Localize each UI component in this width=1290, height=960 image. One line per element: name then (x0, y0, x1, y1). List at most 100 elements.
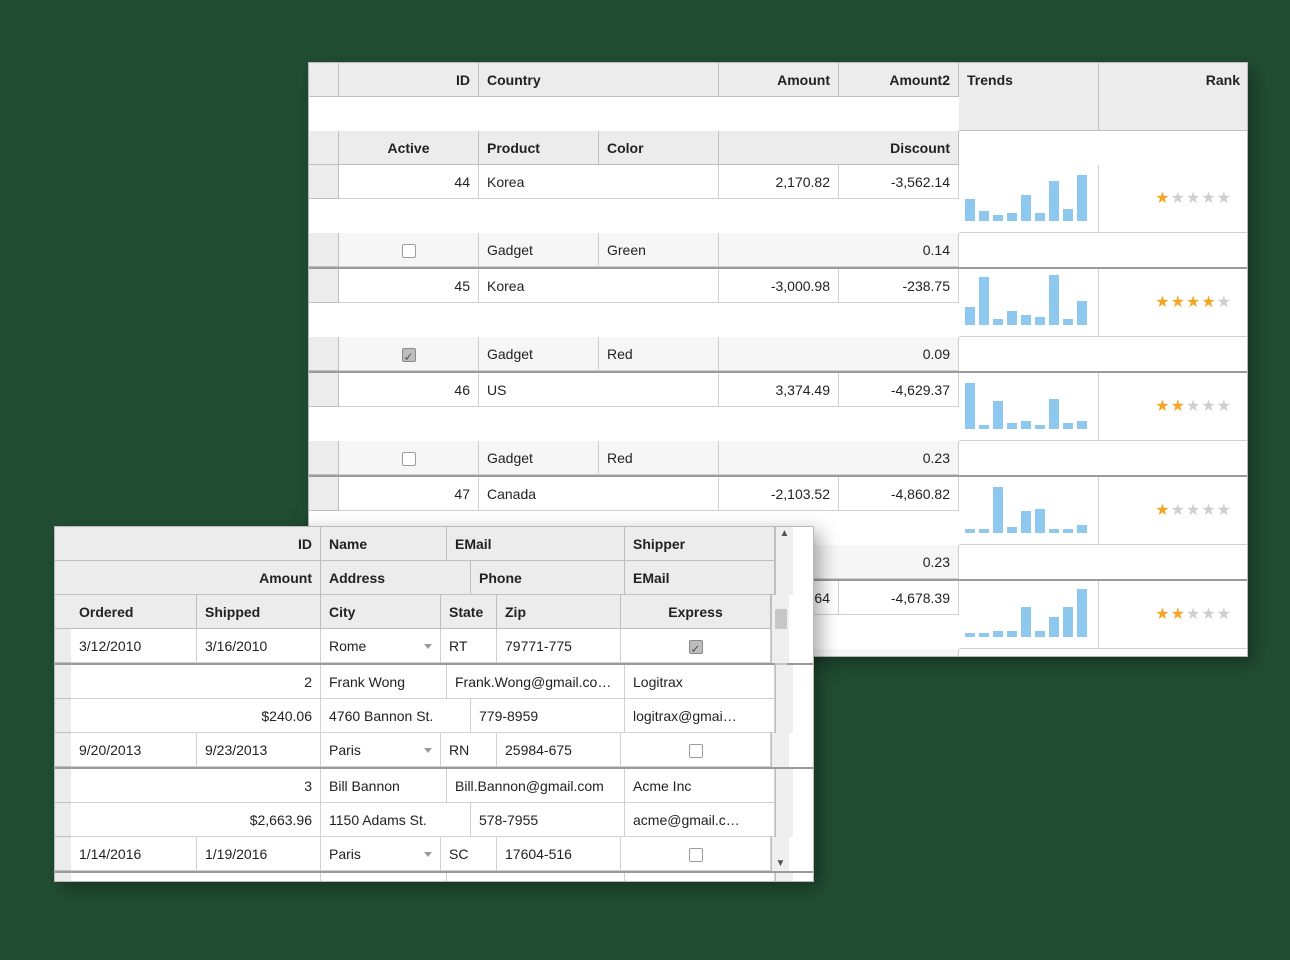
cell-rank[interactable]: ★★★★★ (1099, 581, 1247, 649)
front-grid-body[interactable]: 3/12/20103/16/2010RomeRT79771-7752Frank … (55, 629, 813, 882)
cell-shipper-email[interactable]: acme@gmail.c… (625, 803, 775, 837)
cell-rank[interactable]: ★★★★★ (1099, 165, 1247, 233)
cell-amount[interactable]: 2,170.82 (719, 165, 839, 199)
cell-phone[interactable]: 578-7955 (471, 803, 625, 837)
col-name[interactable]: Name (321, 527, 447, 561)
cell-amount[interactable]: $2,663.96 (71, 803, 321, 837)
scrollbar[interactable] (775, 665, 793, 699)
scrollbar[interactable] (775, 803, 793, 837)
scrollbar[interactable]: ▲ (775, 527, 793, 561)
cell-product[interactable]: Gadget (479, 337, 599, 371)
cell-discount[interactable]: 0.14 (719, 233, 959, 267)
col-trends[interactable]: Trends (959, 63, 1099, 131)
chevron-down-icon[interactable] (424, 748, 432, 753)
cell-name[interactable]: Mark Richards (321, 873, 447, 882)
cell-city[interactable]: Paris (321, 733, 441, 767)
cell-email[interactable]: Frank.Wong@gmail.co… (447, 665, 625, 699)
col-discount[interactable]: Discount (719, 131, 959, 165)
cell-country[interactable]: US (479, 373, 719, 407)
chevron-down-icon[interactable] (424, 644, 432, 649)
cell-state[interactable]: RN (441, 733, 497, 767)
cell-email[interactable]: Mark.Richards@gmail… (447, 873, 625, 882)
cell-zip[interactable]: 79771-775 (497, 629, 621, 663)
cell-zip[interactable]: 17604-516 (497, 837, 621, 871)
checkbox-icon[interactable] (402, 348, 416, 362)
cell-shipper[interactable]: Logitrax (625, 873, 775, 882)
cell-amount[interactable]: -3,000.98 (719, 269, 839, 303)
scrollbar[interactable] (775, 561, 793, 595)
table-row[interactable]: $2,663.961150 Adams St.578-7955acme@gmai… (55, 803, 813, 837)
scrollbar[interactable] (775, 769, 793, 803)
cell-country[interactable]: Korea (479, 269, 719, 303)
cell-shipped[interactable]: 3/16/2010 (197, 629, 321, 663)
cell-shipper-email[interactable]: logitrax@gmai… (625, 699, 775, 733)
cell-express[interactable] (621, 837, 771, 871)
cell-ordered[interactable]: 9/20/2013 (71, 733, 197, 767)
table-row[interactable]: 3Bill BannonBill.Bannon@gmail.comAcme In… (55, 767, 813, 803)
col-city[interactable]: City (321, 595, 441, 629)
cell-address[interactable]: 4760 Bannon St. (321, 699, 471, 733)
cell-name[interactable]: Bill Bannon (321, 769, 447, 803)
cell-product[interactable]: Gadget (479, 233, 599, 267)
table-row[interactable]: $240.064760 Bannon St.779-8959logitrax@g… (55, 699, 813, 733)
col-amount[interactable]: Amount (71, 561, 321, 595)
cell-discount[interactable]: 0.23 (719, 441, 959, 475)
cell-color[interactable]: Green (599, 233, 719, 267)
col-express[interactable]: Express (621, 595, 771, 629)
col-id[interactable]: ID (339, 63, 479, 97)
cell-amount[interactable]: -2,103.52 (719, 477, 839, 511)
cell-product[interactable]: Gadget (479, 441, 599, 475)
cell-state[interactable]: SC (441, 837, 497, 871)
col-email[interactable]: EMail (447, 527, 625, 561)
cell-id[interactable]: 46 (339, 373, 479, 407)
table-row[interactable]: 9/20/20139/23/2013ParisRN25984-675 (55, 733, 813, 767)
cell-rank[interactable]: ★★★★★ (1099, 269, 1247, 337)
scrollbar[interactable] (771, 629, 789, 663)
cell-active[interactable] (339, 337, 479, 371)
col-amount[interactable]: Amount (719, 63, 839, 97)
checkbox-icon[interactable] (689, 848, 703, 862)
cell-country[interactable]: Canada (479, 477, 719, 511)
table-row[interactable]: 1/14/20161/19/2016ParisSC17604-516▼ (55, 837, 813, 871)
col-rank[interactable]: Rank (1099, 63, 1248, 131)
cell-amount[interactable]: 3,374.49 (719, 373, 839, 407)
col-amount2[interactable]: Amount2 (839, 63, 959, 97)
cell-amount2[interactable]: -4,678.39 (839, 581, 959, 615)
col-zip[interactable]: Zip (497, 595, 621, 629)
col-phone[interactable]: Phone (471, 561, 625, 595)
cell-rank[interactable]: ★★★★★ (1099, 373, 1247, 441)
cell-express[interactable] (621, 629, 771, 663)
cell-email[interactable]: Bill.Bannon@gmail.com (447, 769, 625, 803)
chevron-down-icon[interactable] (424, 852, 432, 857)
cell-active[interactable] (339, 233, 479, 267)
cell-amount2[interactable]: -238.75 (839, 269, 959, 303)
cell-amount2[interactable]: -4,629.37 (839, 373, 959, 407)
col-id[interactable]: ID (71, 527, 321, 561)
col-shipper[interactable]: Shipper (625, 527, 775, 561)
cell-id[interactable]: 3 (71, 769, 321, 803)
cell-id[interactable]: 44 (339, 165, 479, 199)
cell-color[interactable]: Red (599, 337, 719, 371)
cell-ordered[interactable]: 1/14/2016 (71, 837, 197, 871)
cell-ordered[interactable]: 3/12/2010 (71, 629, 197, 663)
col-email2[interactable]: EMail (625, 561, 775, 595)
cell-shipper[interactable]: Acme Inc (625, 769, 775, 803)
checkbox-icon[interactable] (402, 244, 416, 258)
checkbox-icon[interactable] (689, 640, 703, 654)
cell-id[interactable]: 2 (71, 665, 321, 699)
table-row[interactable]: 4Mark RichardsMark.Richards@gmail…Logitr… (55, 871, 813, 882)
checkbox-icon[interactable] (402, 452, 416, 466)
cell-name[interactable]: Frank Wong (321, 665, 447, 699)
scrollbar[interactable] (775, 873, 793, 882)
cell-amount2[interactable]: -3,562.14 (839, 165, 959, 199)
scrollbar[interactable] (771, 595, 789, 629)
cell-color[interactable]: Red (599, 441, 719, 475)
col-state[interactable]: State (441, 595, 497, 629)
col-product[interactable]: Product (479, 131, 599, 165)
cell-address[interactable]: 1150 Adams St. (321, 803, 471, 837)
cell-amount[interactable]: $240.06 (71, 699, 321, 733)
cell-country[interactable]: Korea (479, 165, 719, 199)
table-row[interactable]: 2Frank WongFrank.Wong@gmail.co…Logitrax (55, 663, 813, 699)
cell-id[interactable]: 45 (339, 269, 479, 303)
col-country[interactable]: Country (479, 63, 719, 97)
